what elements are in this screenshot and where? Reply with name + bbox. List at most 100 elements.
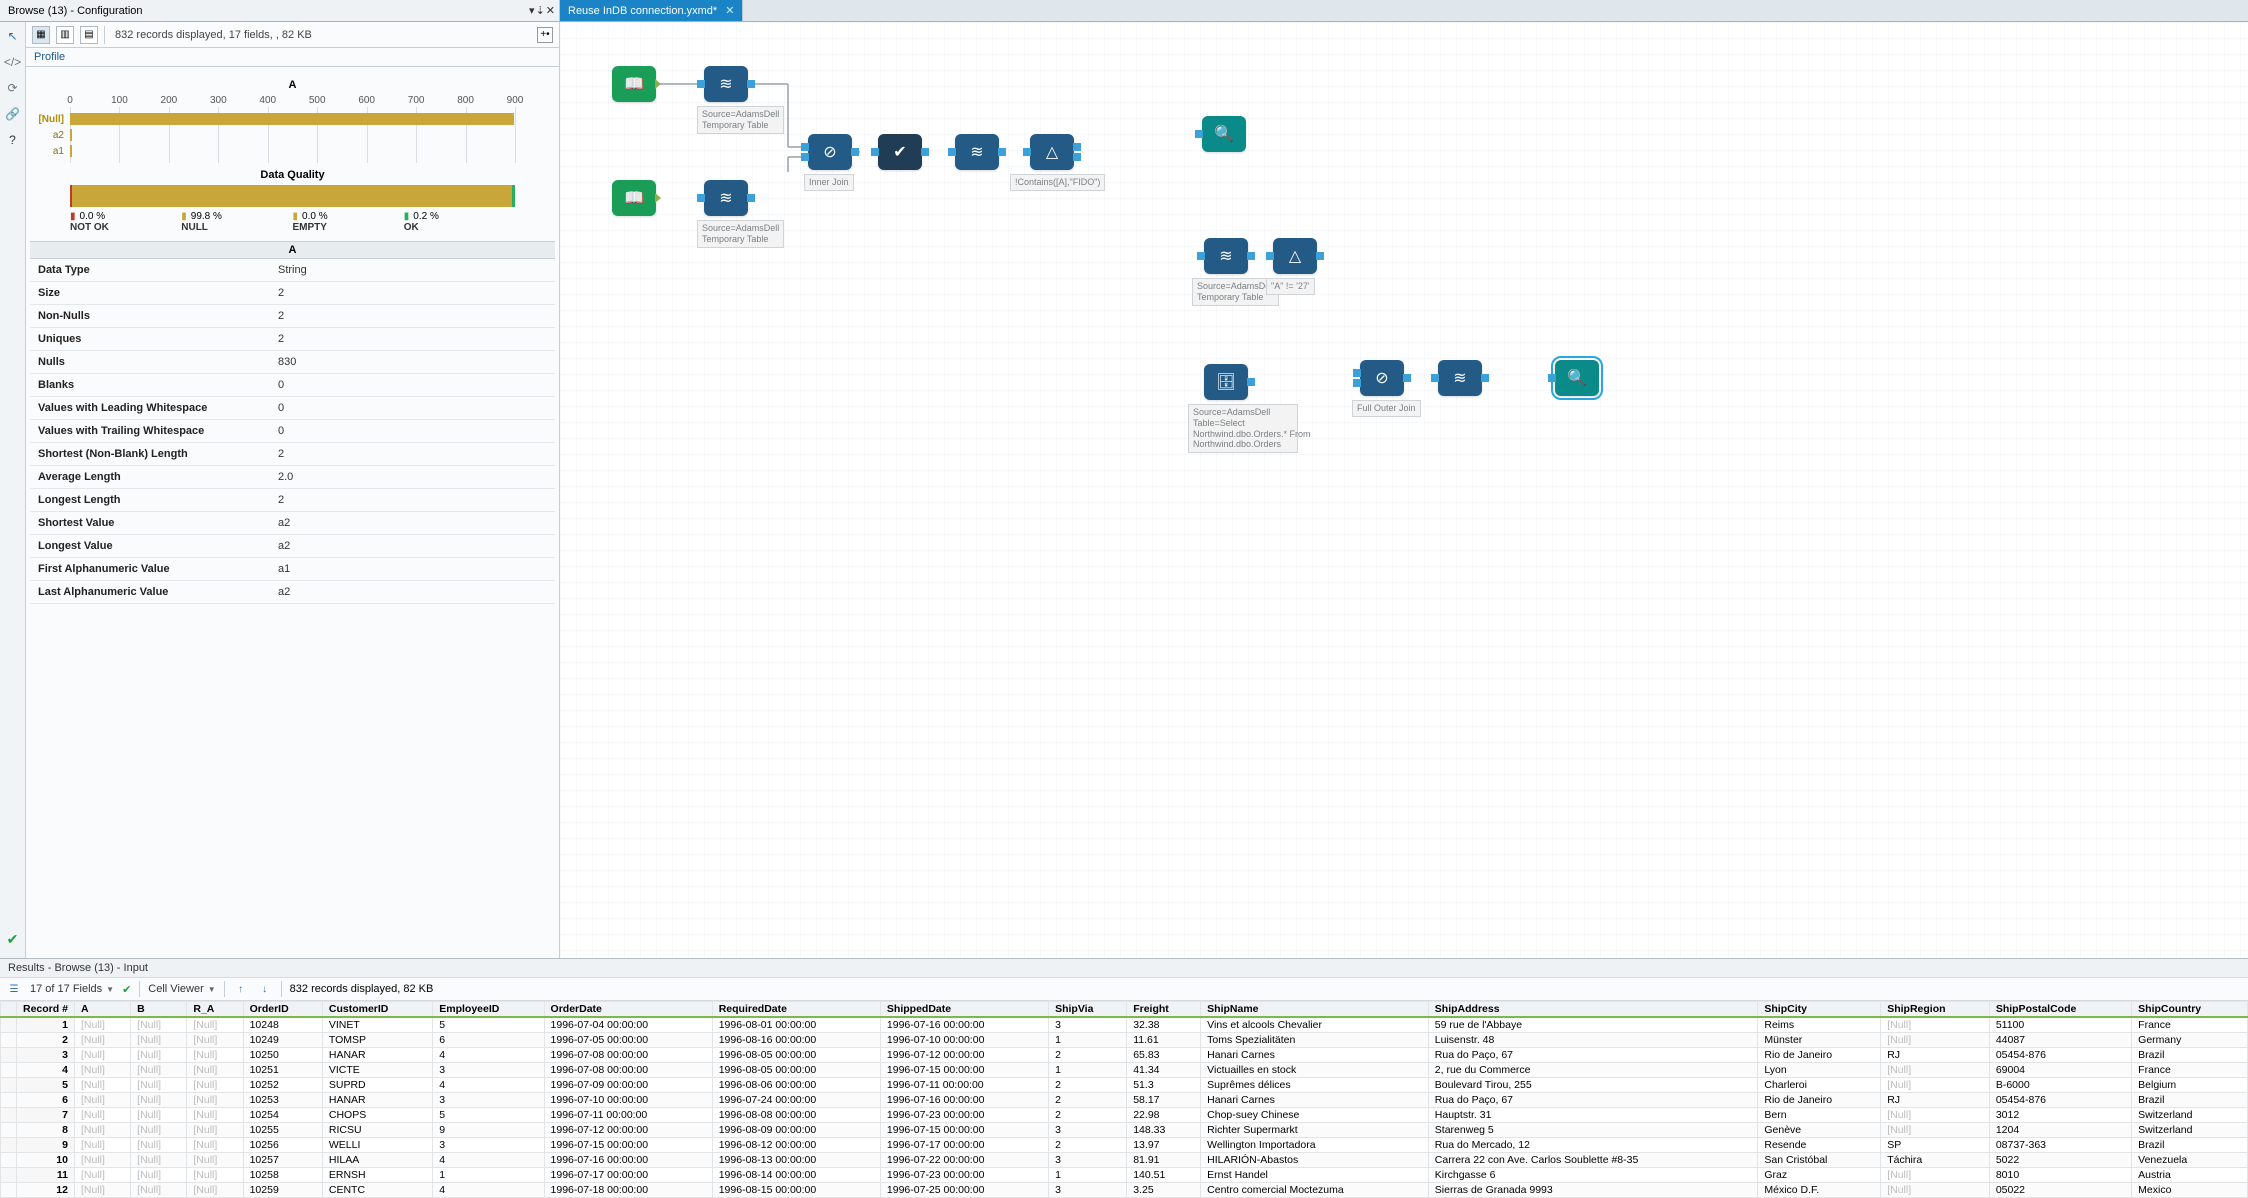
grid-cell[interactable]: [Null] [1881, 1168, 1990, 1183]
grid-cell[interactable]: 1996-07-25 00:00:00 [880, 1183, 1048, 1198]
grid-cell[interactable]: [Null] [187, 1033, 243, 1048]
grid-cell[interactable]: Brazil [2132, 1048, 2248, 1063]
grid-cell[interactable]: B-6000 [1989, 1078, 2131, 1093]
grid-cell[interactable]: 2, rue du Commerce [1428, 1063, 1758, 1078]
grid-cell[interactable]: [Null] [74, 1078, 130, 1093]
grid-cell[interactable]: 4 [17, 1063, 75, 1078]
table-row[interactable]: 5[Null][Null][Null]10252SUPRD41996-07-09… [1, 1078, 2248, 1093]
grid-header[interactable]: ShipAddress [1428, 1002, 1758, 1018]
grid-cell[interactable]: SUPRD [322, 1078, 432, 1093]
grid-cell[interactable]: 2 [1049, 1108, 1127, 1123]
cell-viewer-dropdown[interactable]: Cell Viewer▼ [148, 983, 215, 995]
node-join-outer[interactable]: ⊘ [1360, 360, 1404, 396]
grid-cell[interactable]: VICTE [322, 1063, 432, 1078]
grid-cell[interactable]: México D.F. [1758, 1183, 1881, 1198]
grid-cell[interactable]: HANAR [322, 1093, 432, 1108]
results-grid[interactable]: Record #ABR_AOrderIDCustomerIDEmployeeID… [0, 1001, 2248, 1198]
grid-cell[interactable]: Belgium [2132, 1078, 2248, 1093]
grid-cell[interactable]: 140.51 [1127, 1168, 1201, 1183]
grid-cell[interactable]: [Null] [131, 1123, 187, 1138]
grid-cell[interactable]: Bern [1758, 1108, 1881, 1123]
grid-cell[interactable]: 3 [433, 1138, 544, 1153]
grid-cell[interactable]: 1996-08-08 00:00:00 [712, 1108, 880, 1123]
grid-cell[interactable]: 3 [1049, 1123, 1127, 1138]
grid-cell[interactable]: 8010 [1989, 1168, 2131, 1183]
grid-cell[interactable]: Wellington Importadora [1201, 1138, 1429, 1153]
grid-cell[interactable]: Brazil [2132, 1093, 2248, 1108]
link-icon[interactable]: 🔗 [5, 106, 21, 122]
grid-cell[interactable]: 1 [17, 1017, 75, 1033]
grid-cell[interactable]: [Null] [74, 1153, 130, 1168]
grid-cell[interactable]: [Null] [74, 1108, 130, 1123]
grid-cell[interactable]: [Null] [187, 1183, 243, 1198]
grid-cell[interactable]: 10255 [243, 1123, 322, 1138]
grid-cell[interactable]: 10253 [243, 1093, 322, 1108]
grid-cell[interactable]: Rio de Janeiro [1758, 1093, 1881, 1108]
view-split-icon[interactable]: ▤ [80, 26, 98, 44]
grid-cell[interactable]: 1996-08-13 00:00:00 [712, 1153, 880, 1168]
table-row[interactable]: 3[Null][Null][Null]10250HANAR41996-07-08… [1, 1048, 2248, 1063]
grid-cell[interactable]: [Null] [187, 1138, 243, 1153]
grid-cell[interactable]: 5 [433, 1108, 544, 1123]
grid-header[interactable]: ShipCity [1758, 1002, 1881, 1018]
table-row[interactable]: 2[Null][Null][Null]10249TOMSP61996-07-05… [1, 1033, 2248, 1048]
grid-cell[interactable]: 6 [17, 1093, 75, 1108]
grid-cell[interactable]: 41.34 [1127, 1063, 1201, 1078]
grid-header[interactable]: ShipRegion [1881, 1002, 1990, 1018]
grid-cell[interactable]: [Null] [187, 1093, 243, 1108]
grid-cell[interactable]: Genève [1758, 1123, 1881, 1138]
grid-cell[interactable]: Richter Supermarkt [1201, 1123, 1429, 1138]
grid-cell[interactable]: [Null] [187, 1048, 243, 1063]
sort-asc-icon[interactable]: ↑ [233, 981, 249, 997]
grid-cell[interactable]: 3.25 [1127, 1183, 1201, 1198]
grid-cell[interactable]: Carrera 22 con Ave. Carlos Soublette #8-… [1428, 1153, 1758, 1168]
grid-cell[interactable]: 4 [433, 1183, 544, 1198]
grid-cell[interactable]: 1 [1049, 1168, 1127, 1183]
grid-header[interactable]: OrderDate [544, 1002, 712, 1018]
grid-cell[interactable]: [Null] [131, 1138, 187, 1153]
grid-cell[interactable]: ERNSH [322, 1168, 432, 1183]
grid-header[interactable]: ShipVia [1049, 1002, 1127, 1018]
grid-cell[interactable]: Resende [1758, 1138, 1881, 1153]
grid-cell[interactable]: 1996-07-12 00:00:00 [880, 1048, 1048, 1063]
grid-cell[interactable]: 1996-07-15 00:00:00 [544, 1138, 712, 1153]
grid-header[interactable]: OrderID [243, 1002, 322, 1018]
grid-cell[interactable]: RJ [1881, 1048, 1990, 1063]
grid-cell[interactable]: 1996-07-17 00:00:00 [544, 1168, 712, 1183]
grid-cell[interactable]: 05454-876 [1989, 1048, 2131, 1063]
grid-cell[interactable]: CHOPS [322, 1108, 432, 1123]
grid-cell[interactable]: [Null] [74, 1093, 130, 1108]
grid-cell[interactable]: 1 [433, 1168, 544, 1183]
list-icon[interactable]: ☰ [6, 981, 22, 997]
grid-cell[interactable]: 1996-07-15 00:00:00 [880, 1063, 1048, 1078]
grid-cell[interactable]: 58.17 [1127, 1093, 1201, 1108]
grid-cell[interactable]: [Null] [1881, 1017, 1990, 1033]
workflow-canvas[interactable]: 📖 ≋ Source=AdamsDell Temporary Table 📖 ≋… [560, 22, 2248, 958]
table-row[interactable]: 11[Null][Null][Null]10258ERNSH11996-07-1… [1, 1168, 2248, 1183]
pointer-icon[interactable]: ↖ [5, 28, 21, 44]
grid-cell[interactable]: 51100 [1989, 1017, 2131, 1033]
grid-cell[interactable]: 5 [433, 1017, 544, 1033]
grid-cell[interactable]: [Null] [187, 1017, 243, 1033]
grid-cell[interactable]: 13.97 [1127, 1138, 1201, 1153]
grid-cell[interactable]: [Null] [187, 1168, 243, 1183]
grid-cell[interactable]: [Null] [1881, 1183, 1990, 1198]
grid-cell[interactable]: [Null] [1881, 1033, 1990, 1048]
grid-header[interactable]: EmployeeID [433, 1002, 544, 1018]
grid-cell[interactable]: Rua do Paço, 67 [1428, 1093, 1758, 1108]
table-row[interactable]: 1[Null][Null][Null]10248VINET51996-07-04… [1, 1017, 2248, 1033]
node-formula[interactable]: △ [1273, 238, 1317, 274]
grid-cell[interactable]: 44087 [1989, 1033, 2131, 1048]
grid-cell[interactable]: Austria [2132, 1168, 2248, 1183]
grid-header[interactable]: RequiredDate [712, 1002, 880, 1018]
grid-cell[interactable]: 10259 [243, 1183, 322, 1198]
grid-cell[interactable]: Luisenstr. 48 [1428, 1033, 1758, 1048]
grid-cell[interactable]: Charleroi [1758, 1078, 1881, 1093]
grid-cell[interactable]: 2 [1049, 1078, 1127, 1093]
grid-cell[interactable]: Mexico [2132, 1183, 2248, 1198]
grid-cell[interactable]: 5022 [1989, 1153, 2131, 1168]
grid-cell[interactable]: Switzerland [2132, 1108, 2248, 1123]
code-icon[interactable]: </> [5, 54, 21, 70]
grid-cell[interactable]: 10249 [243, 1033, 322, 1048]
grid-cell[interactable]: Vins et alcools Chevalier [1201, 1017, 1429, 1033]
